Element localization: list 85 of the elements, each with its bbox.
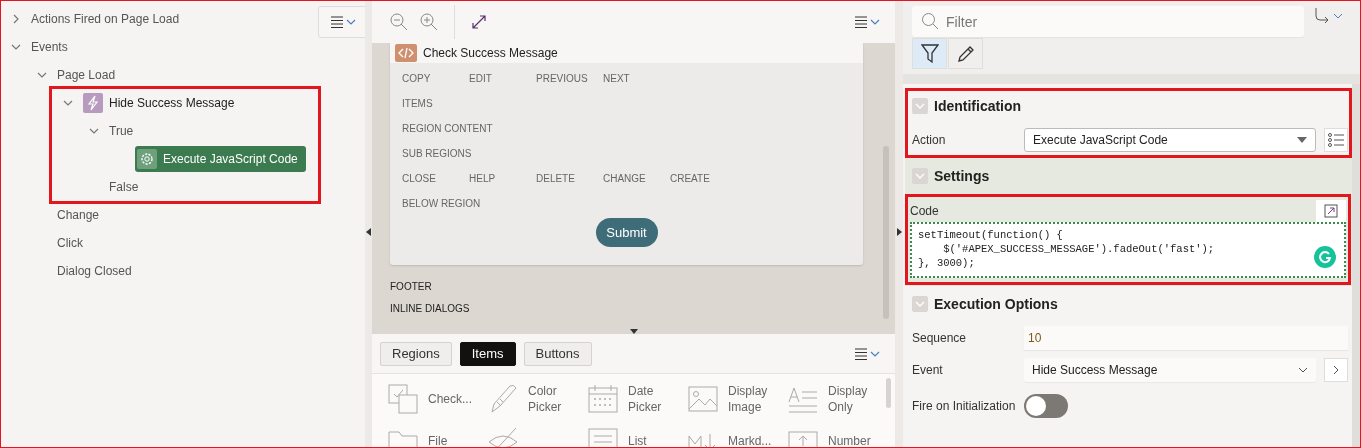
filter-icon[interactable]	[920, 43, 939, 64]
select-field[interactable]: Execute JavaScript Code	[1024, 128, 1316, 152]
chevron-right-icon[interactable]	[1333, 365, 1339, 375]
tree-node[interactable]: Click	[57, 236, 83, 250]
list-button[interactable]	[1324, 128, 1348, 152]
pencil-icon[interactable]	[956, 44, 975, 63]
tree-node[interactable]: Change	[57, 208, 100, 222]
expand-icon[interactable]	[1324, 204, 1338, 218]
select-field[interactable]: Hide Success Message	[1024, 358, 1316, 382]
field-label: Code	[910, 204, 939, 218]
region-title[interactable]: Check Success Message	[423, 46, 558, 60]
collapse-toggle[interactable]	[912, 168, 928, 184]
checkbox-icon[interactable]	[386, 382, 420, 416]
chevron-down-icon[interactable]	[37, 70, 47, 80]
gear-icon	[137, 149, 157, 169]
toggle-switch[interactable]	[1024, 394, 1068, 418]
item-label[interactable]: Markd...	[728, 433, 782, 447]
position-label: PREVIOUS	[536, 71, 589, 86]
position-label: EDIT	[469, 71, 493, 86]
field-label: Action	[912, 132, 947, 148]
position-label: SUB REGIONS	[402, 146, 472, 161]
tree-node[interactable]: Actions Fired on Page Load	[31, 12, 180, 26]
position-label: BELOW REGION	[402, 196, 481, 211]
zoom-in-icon[interactable]	[420, 13, 438, 31]
menu-icon[interactable]	[855, 346, 881, 361]
position-label: DELETE	[536, 171, 576, 186]
menu-icon[interactable]	[855, 15, 881, 29]
tree-node[interactable]: Hide Success Message	[109, 96, 235, 110]
field-label: Event	[912, 362, 944, 378]
filter-field[interactable]: Filter	[912, 6, 1304, 37]
chevron-down-icon[interactable]	[63, 98, 73, 108]
search-icon	[921, 12, 939, 30]
filter-tab[interactable]	[912, 38, 947, 69]
field-label: Sequence	[912, 330, 968, 346]
item-label[interactable]: File	[428, 433, 482, 447]
item-label[interactable]: Display Only	[828, 383, 882, 415]
item-label[interactable]: Color Picker	[528, 383, 582, 415]
lightning-icon	[83, 93, 103, 113]
scrollbar-thumb[interactable]	[886, 378, 891, 408]
item-label[interactable]: Date Picker	[628, 383, 682, 415]
position-label: COPY	[402, 71, 432, 86]
tree-node[interactable]: True	[109, 124, 134, 138]
position-label: CHANGE	[603, 171, 647, 186]
tree-node[interactable]: Page Load	[57, 68, 116, 82]
position-label: INLINE DIALOGS	[390, 302, 470, 314]
collapse-toggle[interactable]	[912, 296, 928, 312]
chevron-down-icon[interactable]	[1298, 367, 1308, 373]
section-title: Execution Options	[934, 296, 1058, 312]
section-title: Identification	[934, 98, 1022, 114]
text-field[interactable]: 10	[1024, 326, 1348, 350]
menu-icon[interactable]	[331, 15, 357, 29]
item-label[interactable]: List	[628, 433, 682, 447]
field-label: Fire on Initialization	[912, 398, 1017, 414]
scrollbar[interactable]	[1352, 84, 1360, 447]
position-label: ITEMS	[402, 96, 434, 111]
expand-arrows-icon[interactable]	[471, 14, 487, 30]
gallery-tab[interactable]: Items	[459, 341, 516, 366]
tree-node[interactable]: Dialog Closed	[57, 264, 132, 278]
tree-node[interactable]: Execute JavaScript Code	[135, 146, 306, 172]
item-label[interactable]: Display Image	[728, 383, 782, 415]
chevron-right-icon[interactable]	[11, 14, 21, 24]
position-label: FOOTER	[390, 280, 432, 292]
item-label[interactable]: Check...	[428, 391, 482, 407]
gallery-tab[interactable]: Buttons	[523, 341, 592, 366]
collapse-toggle[interactable]	[912, 98, 928, 114]
code-editor[interactable]: setTimeout(function() { $('#APEX_SUCCESS_MESSAGE').fadeOut('fast'); }, 3000);	[910, 222, 1346, 278]
calendar-icon[interactable]	[586, 382, 620, 416]
position-label: REGION CONTENT	[402, 121, 493, 136]
caret-icon[interactable]	[1297, 137, 1307, 143]
chevron-down-icon[interactable]	[89, 126, 99, 136]
tree-node[interactable]: False	[109, 180, 139, 194]
item-label[interactable]: Number	[828, 433, 882, 447]
position-label: CREATE	[670, 171, 711, 186]
position-label: NEXT	[603, 71, 631, 86]
zoom-out-icon[interactable]	[390, 13, 408, 31]
chevron-down-icon[interactable]	[11, 42, 21, 52]
gallery-tab[interactable]: Regions	[380, 341, 452, 366]
position-label: HELP	[469, 171, 497, 186]
list-icon[interactable]	[1328, 133, 1344, 147]
position-label: CLOSE	[402, 171, 437, 186]
go-to-icon[interactable]	[1314, 6, 1344, 26]
section-title: Settings	[934, 168, 990, 184]
submit-button[interactable]: Submit	[595, 218, 658, 247]
edit-tab[interactable]	[948, 38, 983, 69]
tree-node[interactable]: Events	[31, 40, 68, 54]
